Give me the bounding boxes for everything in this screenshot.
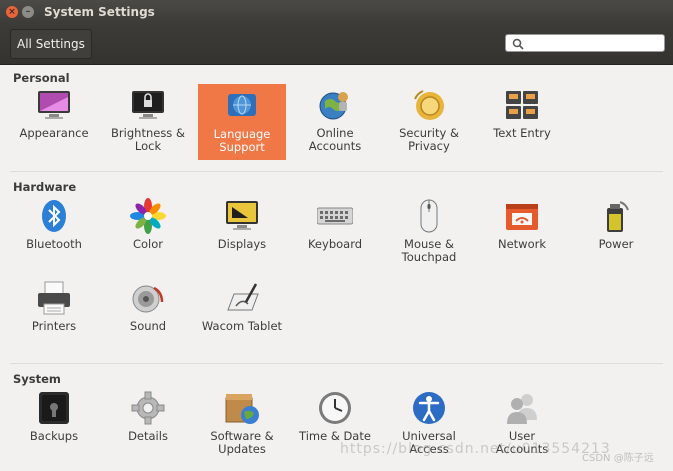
- search-field[interactable]: [505, 34, 665, 52]
- online-accounts-icon: [317, 87, 353, 123]
- section-divider: [10, 363, 663, 364]
- item-language-support[interactable]: Language Support: [198, 84, 286, 160]
- item-label-2: Accounts: [308, 139, 362, 153]
- item-label: Network: [497, 237, 547, 251]
- item-label: Color: [132, 237, 164, 251]
- item-online-accounts[interactable]: Online Accounts: [291, 87, 379, 162]
- search-input[interactable]: [526, 36, 665, 52]
- item-network[interactable]: Network: [478, 198, 566, 264]
- item-printers[interactable]: Printers: [10, 280, 98, 340]
- item-label-2: Support: [219, 140, 265, 154]
- item-label: Backups: [29, 429, 79, 443]
- item-appearance[interactable]: Appearance: [10, 87, 98, 162]
- item-text-entry[interactable]: Text Entry: [478, 87, 566, 162]
- item-label: Bluetooth: [26, 237, 82, 251]
- item-label: Displays: [217, 237, 267, 251]
- item-label: Printers: [31, 319, 77, 333]
- item-label-2: Touchpad: [401, 250, 457, 264]
- item-label: Sound: [129, 319, 167, 333]
- item-label-2: Privacy: [408, 139, 450, 153]
- wacom-tablet-icon: [224, 280, 260, 316]
- watermark-credit: CSDN @陈子远: [582, 453, 654, 464]
- close-window-button[interactable]: ×: [6, 6, 18, 18]
- section-title-system: System: [13, 372, 61, 386]
- displays-icon: [224, 198, 260, 234]
- item-label: Details: [128, 429, 168, 443]
- watermark-url: https://blog.csdn.net/u013554213: [340, 441, 611, 457]
- security-privacy-icon: [411, 87, 447, 123]
- item-mouse-touchpad[interactable]: Mouse & Touchpad: [385, 198, 473, 264]
- section-title-personal: Personal: [13, 71, 70, 85]
- item-label: Keyboard: [307, 237, 363, 251]
- title-bar: × – System Settings: [0, 0, 673, 24]
- backups-icon: [36, 390, 72, 426]
- keyboard-icon: [316, 198, 354, 234]
- toolbar: All Settings: [0, 24, 673, 65]
- bluetooth-icon: [36, 198, 72, 234]
- search-icon: [512, 38, 524, 50]
- clock-icon: [317, 390, 353, 426]
- item-wacom-tablet[interactable]: Wacom Tablet: [198, 280, 286, 340]
- window-title: System Settings: [44, 5, 155, 19]
- item-bluetooth[interactable]: Bluetooth: [10, 198, 98, 264]
- item-color[interactable]: Color: [104, 198, 192, 264]
- minimize-window-button[interactable]: –: [22, 6, 34, 18]
- power-icon: [598, 198, 634, 234]
- item-software-updates[interactable]: Software & Updates: [198, 390, 286, 456]
- item-sound[interactable]: Sound: [104, 280, 192, 340]
- item-label: Wacom Tablet: [201, 319, 283, 333]
- color-icon: [130, 198, 166, 234]
- item-keyboard[interactable]: Keyboard: [291, 198, 379, 264]
- users-icon: [504, 390, 540, 426]
- item-security-privacy[interactable]: Security & Privacy: [385, 87, 473, 162]
- item-power[interactable]: Power: [572, 198, 660, 264]
- item-details[interactable]: Details: [104, 390, 192, 456]
- language-support-icon: [224, 88, 260, 124]
- item-label-2: Updates: [218, 442, 266, 456]
- item-displays[interactable]: Displays: [198, 198, 286, 264]
- section-title-hardware: Hardware: [13, 180, 77, 194]
- item-label: Appearance: [19, 126, 89, 140]
- network-icon: [504, 198, 540, 234]
- item-label: Power: [598, 237, 634, 251]
- item-backups[interactable]: Backups: [10, 390, 98, 456]
- appearance-icon: [36, 87, 72, 123]
- all-settings-button[interactable]: All Settings: [10, 29, 92, 59]
- sound-icon: [130, 280, 166, 316]
- printer-icon: [36, 280, 72, 316]
- accessibility-icon: [411, 390, 447, 426]
- gear-icon: [130, 390, 166, 426]
- software-updates-icon: [224, 390, 260, 426]
- mouse-icon: [411, 198, 447, 234]
- item-label-2: Lock: [134, 139, 162, 153]
- brightness-lock-icon: [130, 87, 166, 123]
- section-divider: [10, 171, 663, 172]
- item-label: Text Entry: [493, 126, 551, 140]
- settings-panel: Personal Appearance Brightness & Lock La…: [0, 65, 673, 471]
- text-entry-icon: [504, 87, 540, 123]
- item-brightness-lock[interactable]: Brightness & Lock: [104, 87, 192, 162]
